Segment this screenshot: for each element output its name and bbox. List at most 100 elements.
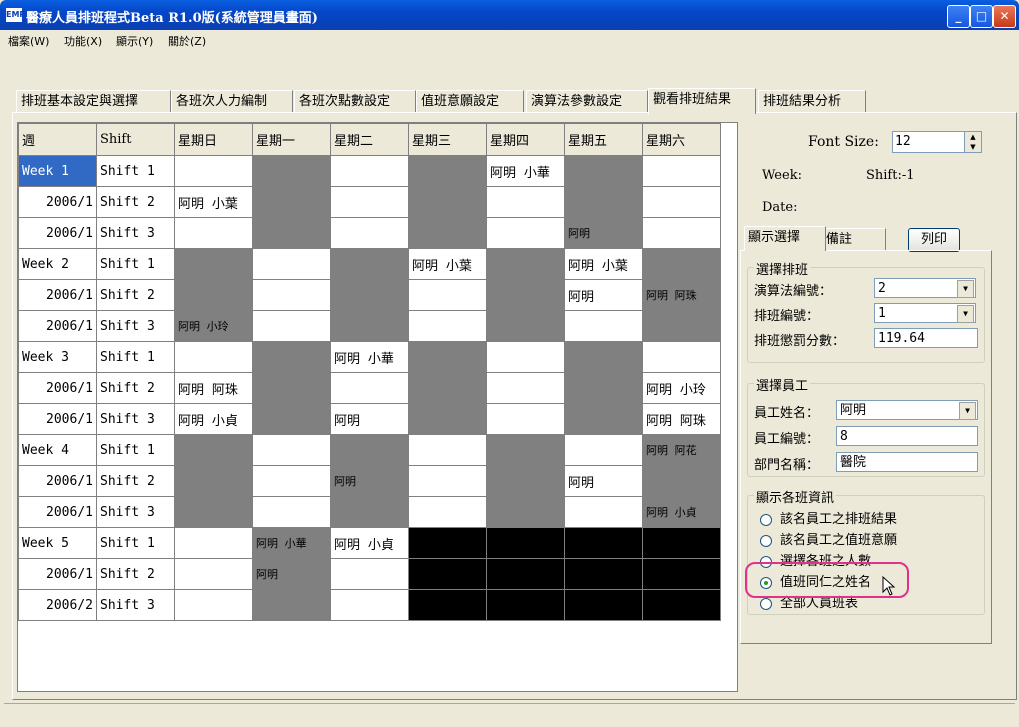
week-cell[interactable]: Week 3 — [18, 341, 97, 373]
shift-cell[interactable]: Shift 3 — [96, 217, 175, 249]
shift-cell[interactable]: Shift 1 — [96, 248, 175, 280]
schedule-cell[interactable] — [252, 496, 331, 528]
schedule-cell[interactable] — [174, 341, 253, 373]
schedule-cell[interactable] — [408, 496, 487, 528]
table-row[interactable]: 2006/2 Shift 3 — [18, 589, 721, 621]
schedule-cell[interactable] — [252, 589, 331, 621]
schedule-cell[interactable] — [408, 155, 487, 187]
schedule-number-select[interactable]: 1 ▼ — [874, 303, 976, 323]
schedule-cell[interactable] — [330, 279, 409, 311]
schedule-cell[interactable]: 阿明 小華 — [330, 341, 409, 373]
schedule-cell[interactable]: 阿明 小葉 — [174, 186, 253, 218]
schedule-cell[interactable] — [408, 434, 487, 466]
week-cell[interactable]: 2006/1 — [18, 279, 97, 311]
schedule-cell[interactable] — [564, 372, 643, 404]
schedule-cell[interactable] — [408, 217, 487, 249]
employee-name-select[interactable]: 阿明 ▼ — [836, 400, 978, 420]
font-size-spinner[interactable]: 12 ▲ ▼ — [892, 131, 982, 153]
schedule-cell[interactable] — [486, 372, 565, 404]
shift-cell[interactable]: Shift 3 — [96, 589, 175, 621]
schedule-cell[interactable]: 阿明 阿珠 — [174, 372, 253, 404]
schedule-cell[interactable]: 阿明 小貞 — [330, 527, 409, 559]
schedule-cell[interactable] — [252, 279, 331, 311]
tab-view-results[interactable]: 觀看排班結果 — [648, 88, 756, 114]
tab-duty-preference[interactable]: 值班意願設定 — [416, 90, 524, 113]
schedule-cell[interactable] — [642, 310, 721, 342]
schedule-cell[interactable] — [486, 186, 565, 218]
week-cell[interactable]: 2006/1 — [18, 372, 97, 404]
schedule-cell[interactable] — [408, 465, 487, 497]
subtab-display[interactable]: 顯示選擇 — [744, 226, 826, 251]
schedule-cell[interactable] — [252, 310, 331, 342]
schedule-cell[interactable]: 阿明 — [330, 465, 409, 497]
schedule-cell[interactable]: 阿明 小貞 — [174, 403, 253, 435]
schedule-cell[interactable] — [252, 217, 331, 249]
week-cell[interactable]: 2006/1 — [18, 186, 97, 218]
menu-file[interactable]: 檔案(W) — [8, 33, 49, 49]
week-cell[interactable]: 2006/1 — [18, 465, 97, 497]
shift-cell[interactable]: Shift 3 — [96, 403, 175, 435]
shift-cell[interactable]: Shift 2 — [96, 465, 175, 497]
schedule-cell[interactable] — [174, 279, 253, 311]
schedule-cell[interactable] — [486, 341, 565, 373]
schedule-cell[interactable] — [642, 341, 721, 373]
week-cell[interactable]: 2006/1 — [18, 403, 97, 435]
schedule-cell[interactable] — [330, 186, 409, 218]
schedule-cell[interactable] — [486, 279, 565, 311]
schedule-cell[interactable] — [330, 217, 409, 249]
schedule-cell[interactable] — [330, 558, 409, 590]
col-header-sat[interactable]: 星期六 — [642, 123, 721, 156]
shift-cell[interactable]: Shift 1 — [96, 434, 175, 466]
schedule-cell[interactable] — [564, 155, 643, 187]
week-cell[interactable]: Week 4 — [18, 434, 97, 466]
minimize-button[interactable]: _ — [947, 5, 970, 28]
week-cell[interactable]: 2006/1 — [18, 310, 97, 342]
col-header-sun[interactable]: 星期日 — [174, 123, 253, 156]
schedule-cell[interactable]: 阿明 阿珠 — [642, 279, 721, 311]
schedule-cell[interactable] — [564, 496, 643, 528]
table-row[interactable]: 2006/1 Shift 2 阿明 小葉 — [18, 186, 721, 218]
schedule-cell[interactable]: 阿明 小葉 — [408, 248, 487, 280]
schedule-cell[interactable] — [330, 155, 409, 187]
table-row[interactable]: Week 2 Shift 1 阿明 小葉 阿明 小葉 — [18, 248, 721, 280]
col-header-shift[interactable]: Shift — [96, 123, 175, 156]
shift-cell[interactable]: Shift 2 — [96, 372, 175, 404]
week-cell[interactable]: 2006/2 — [18, 589, 97, 621]
tab-result-analysis[interactable]: 排班結果分析 — [758, 90, 866, 113]
schedule-cell[interactable]: 阿明 小玲 — [174, 310, 253, 342]
table-row[interactable]: 2006/1 Shift 2 阿明 阿珠 阿明 小玲 — [18, 372, 721, 404]
col-header-thu[interactable]: 星期四 — [486, 123, 565, 156]
schedule-cell[interactable] — [486, 217, 565, 249]
schedule-cell[interactable] — [174, 496, 253, 528]
schedule-cell[interactable] — [486, 434, 565, 466]
radio-employee-preference[interactable]: 該名員工之值班意願 — [760, 529, 897, 548]
schedule-cell[interactable]: 阿明 小葉 — [564, 248, 643, 280]
employee-id-field[interactable]: 8 — [836, 426, 978, 446]
schedule-cell[interactable] — [564, 310, 643, 342]
schedule-cell[interactable] — [174, 434, 253, 466]
schedule-cell[interactable] — [330, 589, 409, 621]
table-row[interactable]: Week 4 Shift 1 阿明 阿花 — [18, 434, 721, 466]
shift-cell[interactable]: Shift 1 — [96, 527, 175, 559]
shift-cell[interactable]: Shift 2 — [96, 558, 175, 590]
schedule-cell[interactable]: 阿明 小貞 — [642, 496, 721, 528]
shift-cell[interactable]: Shift 2 — [96, 186, 175, 218]
schedule-cell[interactable] — [564, 527, 643, 559]
schedule-cell[interactable] — [408, 372, 487, 404]
schedule-cell[interactable] — [252, 155, 331, 187]
schedule-cell[interactable] — [642, 248, 721, 280]
schedule-cell[interactable] — [408, 341, 487, 373]
schedule-cell[interactable] — [564, 434, 643, 466]
schedule-cell[interactable] — [642, 155, 721, 187]
schedule-cell[interactable] — [252, 465, 331, 497]
schedule-cell[interactable] — [252, 341, 331, 373]
table-row[interactable]: 2006/1 Shift 3 阿明 小貞 阿明 阿明 阿珠 — [18, 403, 721, 435]
schedule-cell[interactable] — [408, 527, 487, 559]
schedule-cell[interactable] — [174, 558, 253, 590]
schedule-cell[interactable] — [408, 186, 487, 218]
table-row[interactable]: 2006/1 Shift 2 阿明 — [18, 558, 721, 590]
schedule-cell[interactable] — [642, 217, 721, 249]
tab-shift-staffing[interactable]: 各班次人力編制 — [171, 90, 293, 113]
schedule-cell[interactable] — [174, 248, 253, 280]
subtab-notes[interactable]: 備註 — [822, 228, 886, 251]
